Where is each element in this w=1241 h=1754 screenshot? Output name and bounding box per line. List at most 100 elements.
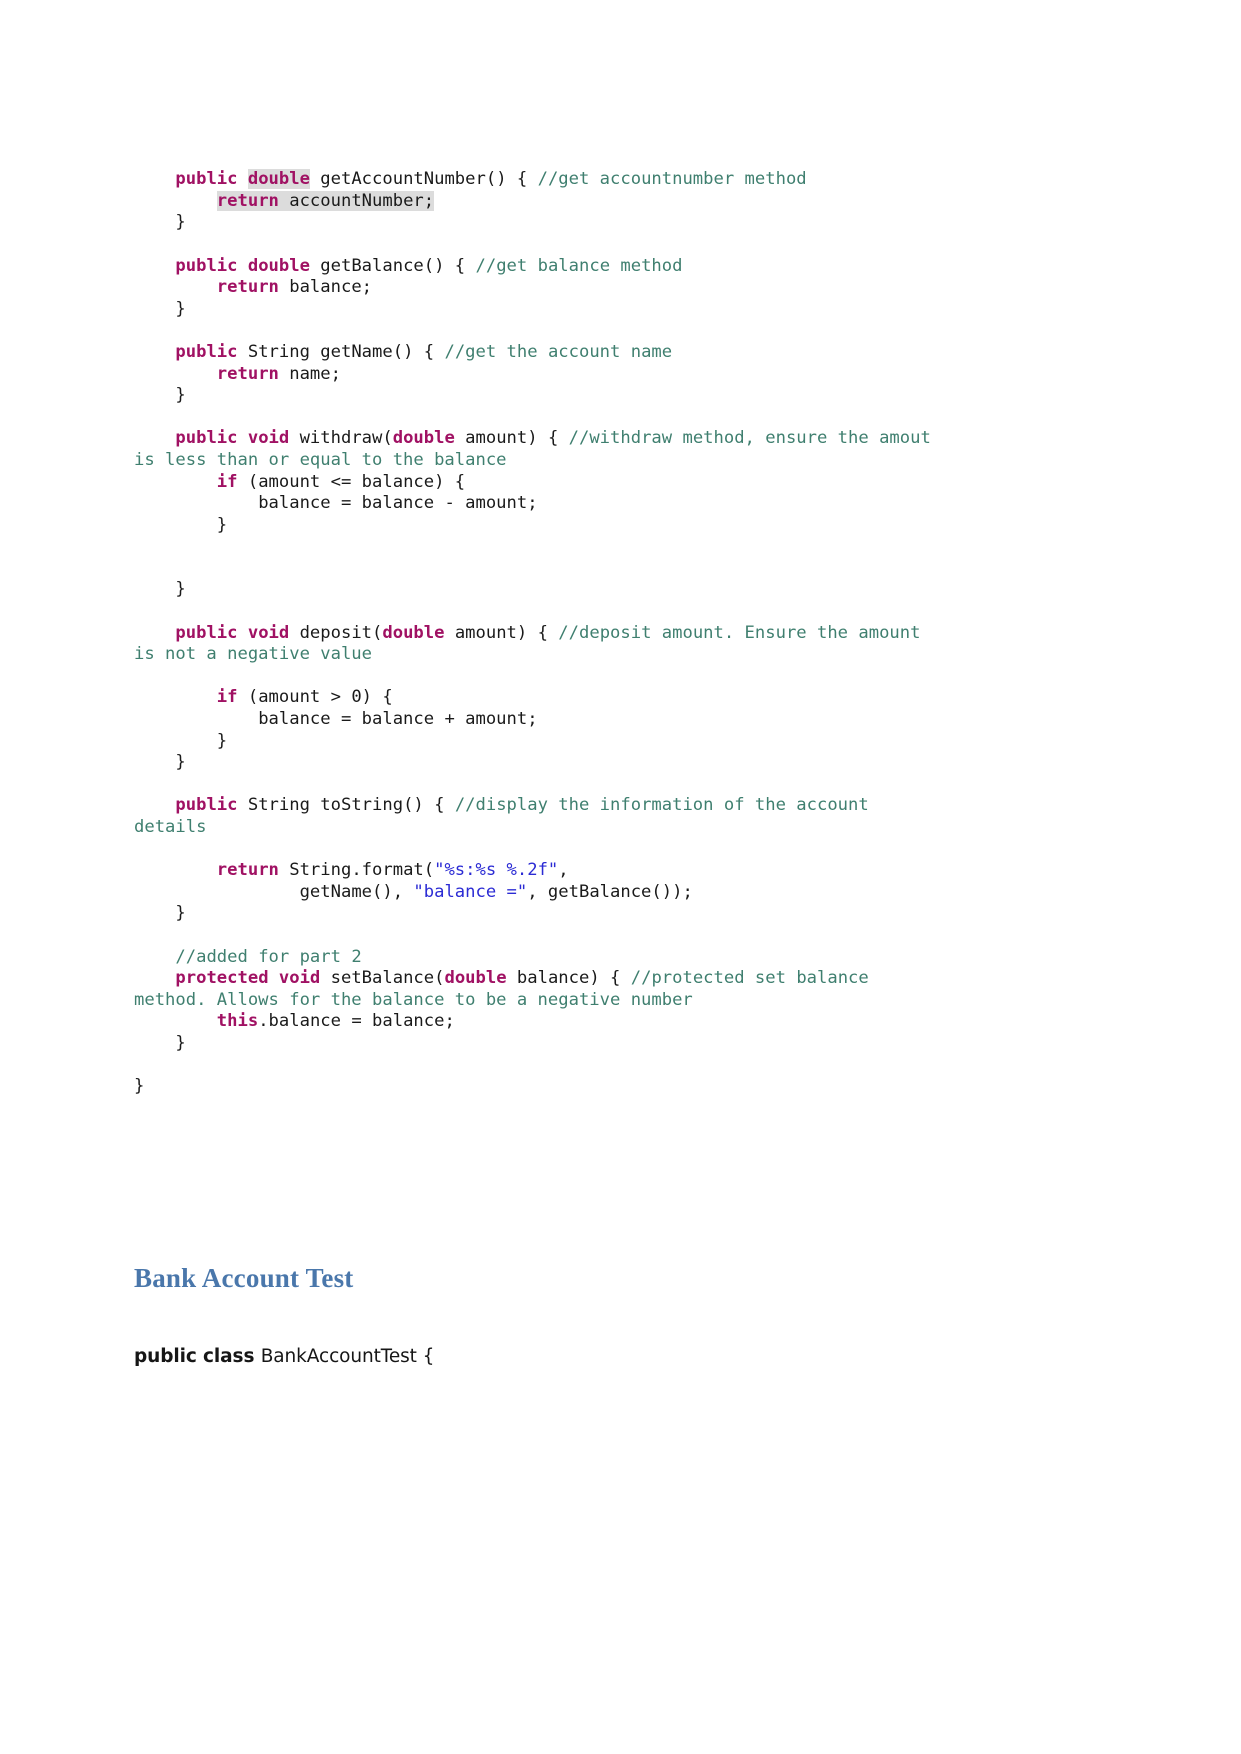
code-token-plain: } [175,298,186,319]
code-line: public String getName() { //get the acco… [134,342,934,364]
code-token-plain: String getName() { [237,341,445,362]
code-token-plain: balance = balance - amount; [258,493,538,514]
code-line: this.balance = balance; [134,1011,934,1033]
code-token-kw: double [382,622,445,643]
code-line: balance = balance - amount; [134,493,934,515]
code-token-cmt: //get the account name [444,341,673,362]
code-token-plain: } [175,385,186,406]
code-line: public String toString() { //display the… [134,795,934,838]
code-line: return accountNumber; [134,190,934,213]
code-token-str: "%s:%s %.2f" [434,860,559,881]
code-token-plain: balance) { [506,968,631,989]
code-token-plain: , getBalance()); [527,881,693,902]
code-token-plain: } [175,903,186,924]
code-token-plain: getBalance() { [309,255,476,276]
code-line: } [134,752,934,774]
code-line: public void withdraw(double amount) { //… [134,428,934,471]
section-heading-bank-account-test: Bank Account Test [134,1262,354,1293]
code-line: } [134,299,934,321]
code-token-plain: amount) { [454,428,569,449]
code-token-kw: return [216,363,279,384]
code-token-plain: } [134,1076,145,1097]
code-line: if (amount > 0) { [134,687,934,709]
code-token-str: "balance =" [413,881,528,902]
code-token-plain: String.format( [278,860,435,881]
code-line: return balance; [134,277,934,299]
code-line: } [134,1076,934,1098]
code-token-plain: } [175,1032,186,1053]
code-token-plain: balance; [278,277,373,298]
code-line: public double getBalance() { //get balan… [134,256,934,278]
code-token-plain: accountNumber; [278,190,435,211]
code-line: } [134,212,934,234]
code-token-kw: double [247,169,310,190]
document-page: public double getAccountNumber() { //get… [0,0,1241,1754]
code-token-kw: public [175,169,248,190]
code-line: } [134,1033,934,1055]
code-token-plain: (amount <= balance) { [237,471,466,492]
code-token-plain: } [175,579,186,600]
code-line: getName(), "balance =", getBalance()); [134,882,934,904]
code-token-kw: if [216,471,238,492]
code-token-cmt: //get accountnumber method [537,169,807,190]
code-token-plain: withdraw( [289,428,393,449]
code-token-kw: protected void [175,968,321,989]
code-token-plain: , [558,860,569,881]
code-token-kw: public [175,341,238,362]
code-token-cmt: //added for part 2 [175,946,362,967]
code-token-plain: name; [278,363,341,384]
code-token-kw: this [216,1011,259,1032]
java-code-block: public double getAccountNumber() { //get… [134,169,934,1098]
code-token-kw: public double [175,255,310,276]
code-token-kw: return [216,860,279,881]
code-line: public void deposit(double amount) { //d… [134,623,934,666]
code-line: } [134,903,934,925]
class-declaration-name: BankAccountTest { [260,1345,435,1367]
code-line: //added for part 2 [134,947,934,969]
code-token-plain: } [175,752,186,773]
code-token-kw: if [216,687,238,708]
code-token-cmt: //get balance method [475,255,683,276]
code-line: balance = balance + amount; [134,709,934,731]
code-line: } [134,515,934,537]
code-token-kw: public [175,795,238,816]
code-line: return String.format("%s:%s %.2f", [134,860,934,882]
code-token-plain: String toString() { [237,795,455,816]
code-token-plain: getAccountNumber() { [309,169,538,190]
document-content: public double getAccountNumber() { //get… [134,152,934,1367]
code-token-plain: setBalance( [320,968,445,989]
class-declaration-keywords: public class [134,1345,261,1367]
code-token-plain: amount) { [444,622,559,643]
